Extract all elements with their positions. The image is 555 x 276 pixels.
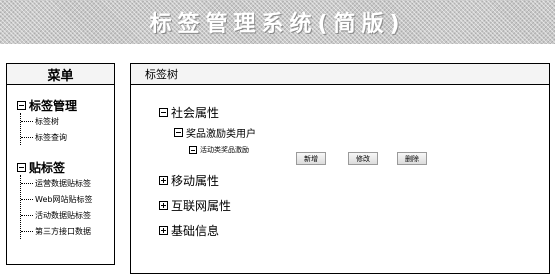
- tree-node-label: 活动类奖品激励: [200, 146, 249, 154]
- expand-icon[interactable]: [159, 176, 168, 185]
- tree-node-activity-reward[interactable]: 活动类奖品激励: [189, 145, 249, 155]
- app-banner: 标签管理系统(简版): [0, 0, 555, 44]
- delete-button[interactable]: 删除: [397, 152, 427, 165]
- collapse-icon[interactable]: [17, 162, 26, 172]
- collapse-icon[interactable]: [174, 128, 183, 137]
- expand-icon[interactable]: [159, 201, 168, 210]
- app-title: 标签管理系统(简版): [149, 12, 406, 37]
- menu-section-label: 贴标签: [29, 160, 66, 175]
- collapse-icon[interactable]: [17, 100, 26, 110]
- collapse-icon[interactable]: [159, 108, 168, 117]
- menu-item-ops-data-tagging[interactable]: 运营数据贴标签: [21, 175, 92, 191]
- menu-panel: 菜单 标签管理 标签树 标签查询 贴标签 运营数据贴标签 Web网站贴标签 活动…: [6, 63, 115, 265]
- menu-item-third-party-data[interactable]: 第三方接口数据: [21, 223, 92, 239]
- menu-sublist: 标签树 标签查询: [20, 113, 77, 145]
- add-button[interactable]: 新增: [296, 152, 326, 165]
- menu-item-tag-tree[interactable]: 标签树: [21, 113, 77, 129]
- menu-section-label: 标签管理: [29, 98, 78, 113]
- menu-title: 菜单: [7, 64, 114, 85]
- menu-item-tag-query[interactable]: 标签查询: [21, 129, 77, 145]
- menu-sublist: 运营数据贴标签 Web网站贴标签 活动数据贴标签 第三方接口数据: [20, 175, 92, 239]
- menu-section-tagging: 贴标签 运营数据贴标签 Web网站贴标签 活动数据贴标签 第三方接口数据: [17, 159, 92, 239]
- tree-node-internet[interactable]: 互联网属性: [159, 197, 231, 214]
- menu-item-activity-tagging[interactable]: 活动数据贴标签: [21, 207, 92, 223]
- tree-node-label: 奖品激励类用户: [186, 129, 256, 140]
- menu-item-web-tagging[interactable]: Web网站贴标签: [21, 191, 92, 207]
- menu-section-title[interactable]: 贴标签: [17, 159, 92, 175]
- tree-node-label: 基础信息: [171, 224, 220, 238]
- tree-node-social[interactable]: 社会属性: [159, 104, 219, 121]
- panel-title: 标签树: [131, 64, 549, 85]
- menu-section-title[interactable]: 标签管理: [17, 97, 77, 113]
- tree-node-reward-users[interactable]: 奖品激励类用户: [174, 125, 256, 140]
- tree-node-label: 社会属性: [171, 106, 220, 120]
- menu-section-tag-management: 标签管理 标签树 标签查询: [17, 97, 77, 145]
- tree-node-basic[interactable]: 基础信息: [159, 222, 219, 239]
- tree-node-label: 移动属性: [171, 174, 220, 188]
- collapse-icon[interactable]: [189, 146, 197, 154]
- tree-node-label: 互联网属性: [171, 199, 232, 213]
- tag-tree-panel: 标签树 社会属性 奖品激励类用户 活动类奖品激励 新增 修改 删除 移动属性 互…: [130, 63, 550, 274]
- tree-node-mobile[interactable]: 移动属性: [159, 172, 219, 189]
- expand-icon[interactable]: [159, 226, 168, 235]
- edit-button[interactable]: 修改: [348, 152, 378, 165]
